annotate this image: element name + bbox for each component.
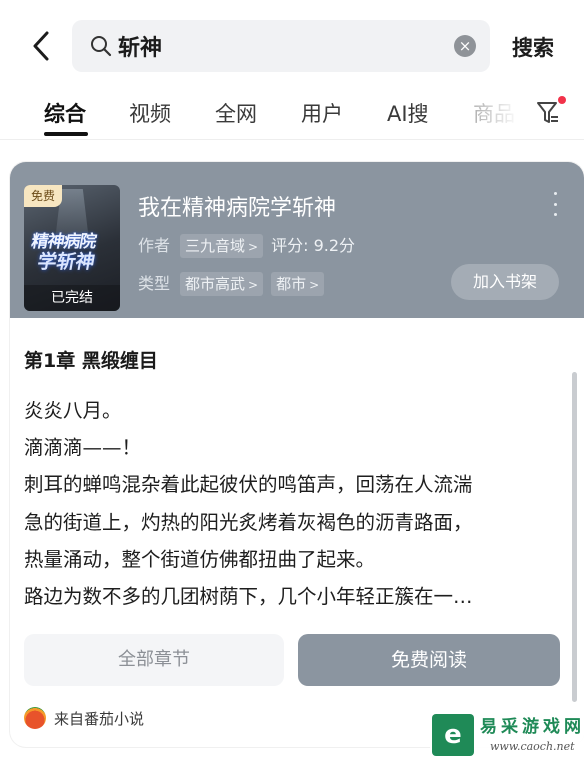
genre-row: 类型 都市高武 > 都市 >	[138, 270, 332, 296]
free-badge: 免费	[24, 185, 63, 207]
free-read-button[interactable]: 免费阅读	[298, 634, 560, 686]
all-chapters-button[interactable]: 全部章节	[24, 634, 284, 686]
excerpt-line: 滴滴滴——！	[24, 436, 142, 459]
watermark-url: www.caoch.net	[490, 740, 575, 753]
search-box[interactable]: ×	[72, 20, 490, 72]
excerpt-line: 刺耳的蝉鸣混杂着此起彼伏的鸣笛声，回荡在人流湍	[24, 473, 473, 496]
book-result-card[interactable]: 精神病院 学斩神 已完结 免费 我在精神病院学斩神 作者 三九音域 > 评分: 9.2…	[10, 162, 584, 747]
filter-notification-dot	[558, 96, 566, 104]
filter-icon[interactable]	[536, 96, 566, 126]
clear-icon[interactable]: ×	[454, 35, 476, 57]
tab-video[interactable]: 视频	[129, 98, 171, 128]
search-input[interactable]	[118, 30, 438, 62]
scrollbar[interactable]	[572, 372, 577, 702]
excerpt-line: 热量涌动，整个街道仿佛都扭曲了起来。	[24, 548, 376, 571]
tab-web[interactable]: 全网	[215, 98, 257, 128]
genre-tag-secondary[interactable]: 都市 >	[271, 272, 325, 296]
watermark-logo-icon: e	[432, 714, 474, 756]
top-bar: × 搜索	[0, 0, 584, 92]
source-label: 来自番茄小说	[54, 709, 145, 728]
book-title[interactable]: 我在精神病院学斩神	[138, 190, 336, 222]
result-tabs: 综合 视频 全网 用户 AI搜 商品	[0, 92, 584, 140]
genre-key: 类型	[138, 274, 171, 293]
active-tab-indicator	[44, 132, 88, 136]
chapter-title: 第1章 黑缎缠目	[24, 350, 158, 372]
genre-tag-primary[interactable]: 都市高武 >	[180, 272, 264, 296]
genre-tag-label: 都市高武	[185, 275, 246, 293]
source-attribution[interactable]: 来自番茄小说	[24, 706, 144, 730]
book-header: 精神病院 学斩神 已完结 免费 我在精神病院学斩神 作者 三九音域 > 评分: 9.2…	[10, 162, 584, 318]
excerpt-line: 急的街道上，灼热的阳光炙烤着灰褐色的沥青路面，	[24, 511, 473, 534]
search-button[interactable]: 搜索	[512, 32, 554, 62]
book-score: 评分: 9.2分	[271, 236, 356, 255]
tab-ai-search[interactable]: AI搜	[387, 98, 429, 128]
completion-status: 已完结	[24, 285, 120, 311]
add-to-shelf-button[interactable]: 加入书架	[451, 264, 559, 300]
excerpt-line: 路边为数不多的几团树荫下，几个小年轻正簇在一…	[24, 585, 473, 608]
tomato-novel-logo-icon	[24, 707, 46, 729]
excerpt-line: 炎炎八月。	[24, 399, 122, 422]
site-watermark: e 易采游戏网 www.caoch.net	[430, 712, 584, 763]
author-link[interactable]: 三九音域 >	[180, 234, 264, 258]
tab-goods[interactable]: 商品	[473, 98, 515, 128]
tab-comprehensive[interactable]: 综合	[44, 98, 86, 128]
watermark-title: 易采游戏网	[480, 717, 584, 737]
back-arrow-icon[interactable]	[24, 28, 58, 64]
cover-title-line2: 学斩神	[35, 251, 97, 273]
search-icon	[91, 36, 112, 57]
author-name: 三九音域	[185, 237, 246, 255]
genre-tag-label: 都市	[276, 275, 307, 293]
tab-users[interactable]: 用户	[301, 98, 343, 128]
author-key: 作者	[138, 236, 171, 255]
more-options-icon[interactable]	[550, 192, 560, 216]
author-row: 作者 三九音域 > 评分: 9.2分	[138, 232, 355, 258]
